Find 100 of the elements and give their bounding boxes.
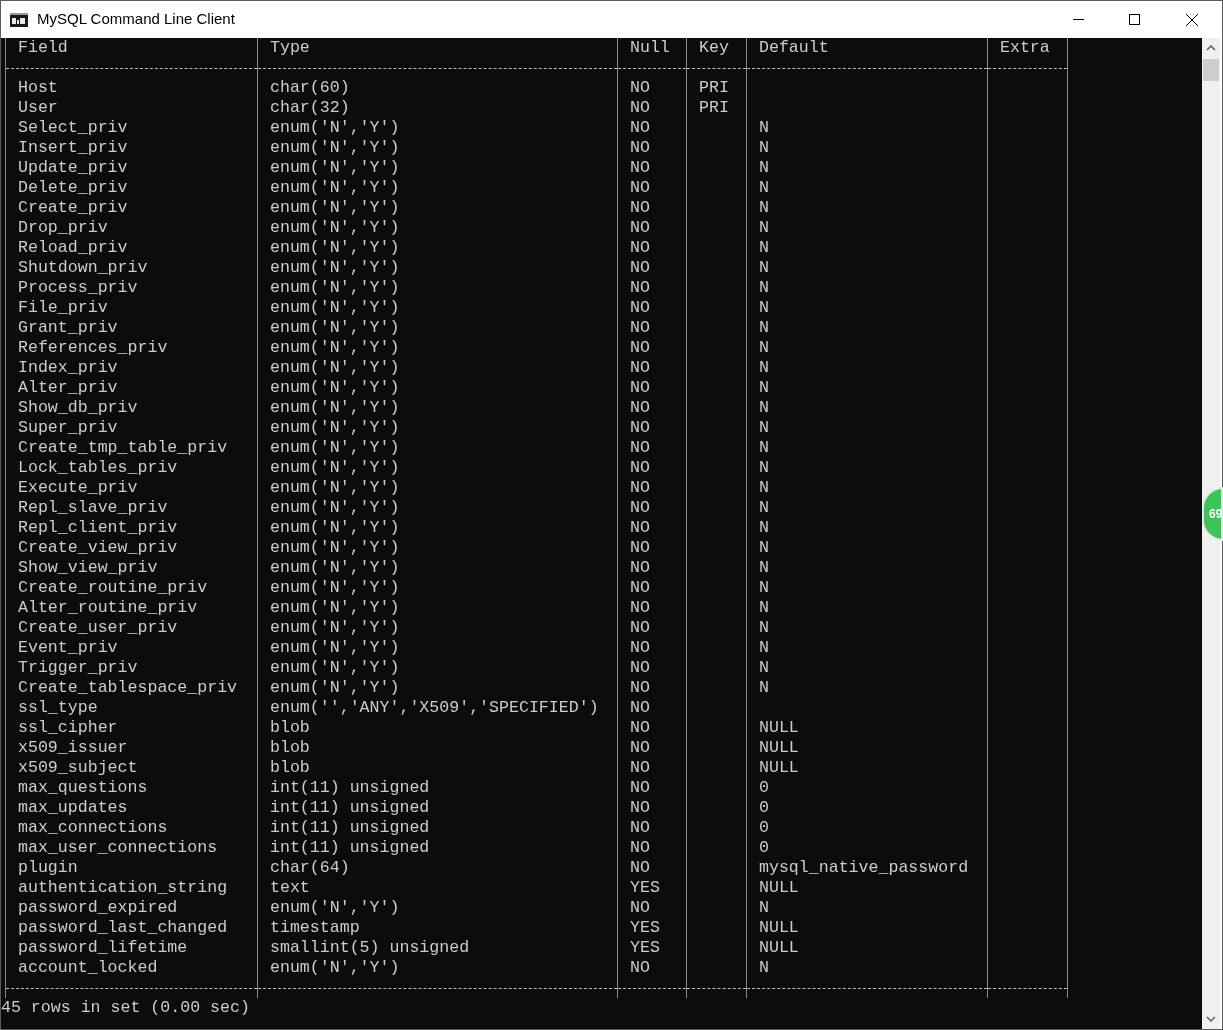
type-cell: blob <box>270 718 310 737</box>
type-cell: char(32) <box>270 98 350 117</box>
null-cell: NO <box>630 138 650 157</box>
default-cell: N <box>759 558 769 577</box>
null-cell: NO <box>630 358 650 377</box>
null-cell: NO <box>630 618 650 637</box>
field-cell: plugin <box>18 858 78 877</box>
scrollbar[interactable] <box>1202 38 1220 1029</box>
type-cell: enum('N','Y') <box>270 338 400 357</box>
field-cell: Create_tmp_table_priv <box>18 438 228 457</box>
field-cell: Execute_priv <box>18 478 138 497</box>
type-cell: enum('N','Y') <box>270 298 400 317</box>
null-cell: YES <box>630 878 660 897</box>
type-cell: enum('N','Y') <box>270 498 400 517</box>
type-cell: enum('N','Y') <box>270 598 400 617</box>
null-cell: NO <box>630 458 650 477</box>
type-cell: enum('N','Y') <box>270 458 400 477</box>
type-cell: smallint(5) unsigned <box>270 938 470 957</box>
null-cell: NO <box>630 438 650 457</box>
null-cell: NO <box>630 578 650 597</box>
field-cell: Create_view_priv <box>18 538 178 557</box>
default-cell: 0 <box>759 838 769 857</box>
field-cell: Index_priv <box>18 358 118 377</box>
scroll-down-icon[interactable] <box>1206 1016 1216 1022</box>
field-cell: max_updates <box>18 798 128 817</box>
null-cell: NO <box>630 898 650 917</box>
null-cell: YES <box>630 938 660 957</box>
column-header: Extra <box>1000 38 1050 57</box>
null-cell: NO <box>630 158 650 177</box>
default-cell: N <box>759 398 769 417</box>
null-cell: NO <box>630 538 650 557</box>
console-icon <box>10 12 28 27</box>
type-cell: enum('N','Y') <box>270 118 400 137</box>
field-cell: Repl_client_priv <box>18 518 178 537</box>
field-cell: Show_db_priv <box>18 398 138 417</box>
default-cell: N <box>759 218 769 237</box>
column-header: Key <box>699 38 729 57</box>
field-cell: Process_priv <box>18 278 138 297</box>
scroll-up-icon[interactable] <box>1206 45 1216 51</box>
null-cell: NO <box>630 298 650 317</box>
type-cell: char(64) <box>270 858 350 877</box>
default-cell: N <box>759 138 769 157</box>
null-cell: NO <box>630 398 650 417</box>
null-cell: NO <box>630 238 650 257</box>
field-cell: Super_priv <box>18 418 118 437</box>
type-cell: timestamp <box>270 918 360 937</box>
scrollbar-thumb[interactable] <box>1203 59 1219 81</box>
default-cell: NULL <box>759 878 799 897</box>
null-cell: NO <box>630 218 650 237</box>
null-cell: NO <box>630 858 650 877</box>
field-cell: Reload_priv <box>18 238 128 257</box>
field-cell: Select_priv <box>18 118 128 137</box>
default-cell: N <box>759 338 769 357</box>
status-line: 45 rows in set (0.00 sec) <box>1 998 250 1017</box>
type-cell: enum('N','Y') <box>270 158 400 177</box>
field-cell: Grant_priv <box>18 318 118 337</box>
default-cell: N <box>759 258 769 277</box>
type-cell: enum('N','Y') <box>270 218 400 237</box>
field-cell: References_priv <box>18 338 168 357</box>
null-cell: NO <box>630 798 650 817</box>
field-cell: Delete_priv <box>18 178 128 197</box>
field-cell: Lock_tables_priv <box>18 458 178 477</box>
field-cell: password_expired <box>18 898 178 917</box>
field-cell: max_user_connections <box>18 838 218 857</box>
field-cell: Repl_slave_priv <box>18 498 168 517</box>
default-cell: N <box>759 618 769 637</box>
null-cell: NO <box>630 78 650 97</box>
default-cell: N <box>759 538 769 557</box>
field-cell: Show_view_priv <box>18 558 158 577</box>
null-cell: NO <box>630 678 650 697</box>
window-title: MySQL Command Line Client <box>37 9 235 30</box>
type-cell: blob <box>270 738 310 757</box>
default-cell: N <box>759 118 769 137</box>
type-cell: enum('N','Y') <box>270 438 400 457</box>
default-cell: NULL <box>759 738 799 757</box>
field-cell: Create_user_priv <box>18 618 178 637</box>
type-cell: enum('N','Y') <box>270 958 400 977</box>
field-cell: password_lifetime <box>18 938 188 957</box>
field-cell: Create_priv <box>18 198 128 217</box>
default-cell: NULL <box>759 758 799 777</box>
type-cell: enum('N','Y') <box>270 638 400 657</box>
type-cell: enum('N','Y') <box>270 378 400 397</box>
null-cell: NO <box>630 638 650 657</box>
null-cell: NO <box>630 418 650 437</box>
type-cell: int(11) unsigned <box>270 838 430 857</box>
key-cell: PRI <box>699 78 729 97</box>
type-cell: enum('N','Y') <box>270 418 400 437</box>
type-cell: enum('N','Y') <box>270 398 400 417</box>
null-cell: NO <box>630 818 650 837</box>
type-cell: enum('N','Y') <box>270 898 400 917</box>
type-cell: enum('N','Y') <box>270 238 400 257</box>
null-cell: NO <box>630 778 650 797</box>
field-cell: File_priv <box>18 298 108 317</box>
null-cell: NO <box>630 958 650 977</box>
field-cell: Alter_priv <box>18 378 118 397</box>
null-cell: NO <box>630 118 650 137</box>
column-header: Field <box>18 38 68 57</box>
type-cell: enum('N','Y') <box>270 138 400 157</box>
type-cell: enum('N','Y') <box>270 618 400 637</box>
close-icon <box>1186 13 1198 26</box>
